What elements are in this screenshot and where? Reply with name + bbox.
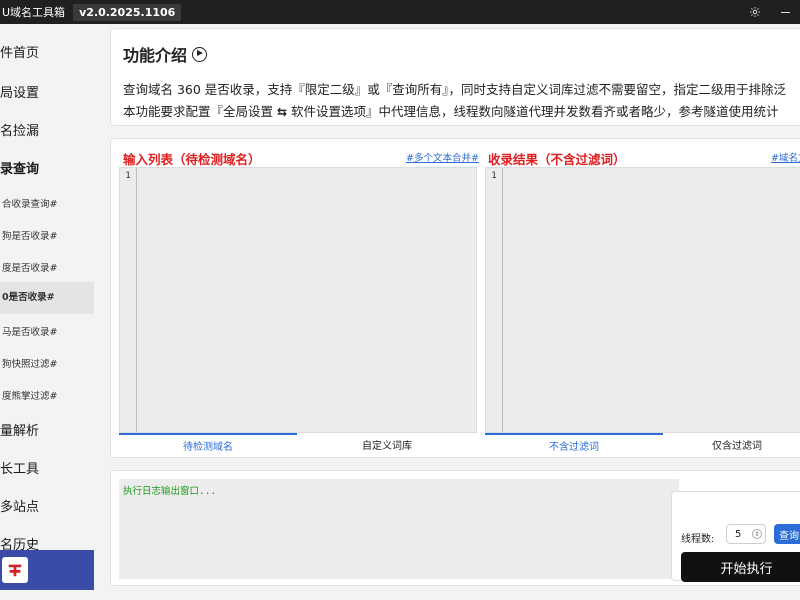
sidebar-item-home[interactable]: 件首页 [0,42,94,61]
log-placeholder: 执行日志输出窗口... [123,486,217,497]
line-number-gutter: 1 [120,168,137,432]
play-circle-icon[interactable] [192,46,208,62]
intro-description-line2: 本功能要求配置『全局设置 ⇆ 软件设置选项』中代理信息，线程数向隧道代理并发数看… [123,101,779,120]
threads-stepper[interactable]: 5 ⇕ [726,524,766,544]
tab-without-filter-words[interactable]: 不含过滤词 [485,433,663,455]
sidebar-item-domain-pickup[interactable]: 名捡漏 [0,120,94,139]
threads-value: 5 [735,528,742,540]
app-title: U域名工具箱 [2,6,66,19]
minimize-button[interactable] [770,0,800,24]
query-button[interactable]: 查询 [774,524,800,544]
tab-only-filter-words[interactable]: 仅含过滤词 [663,433,800,455]
intro-line2-before: 本功能要求配置『全局设置 [123,104,277,119]
input-tabs: 待检测域名 自定义词库 [119,433,477,455]
sidebar-item-combined-query[interactable]: 合收录查询# [0,196,94,210]
log-output: 执行日志输出窗口... [119,479,679,579]
window-controls [740,0,800,24]
intro-title: 功能介绍 [123,42,208,66]
result-tabs: 不含过滤词 仅含过滤词 [485,433,800,455]
sidebar-item-global-settings[interactable]: 局设置 [0,82,94,101]
gear-icon [750,7,760,17]
sidebar-item-index-query[interactable]: 录查询 [0,158,94,177]
app-logo-icon [2,557,28,583]
title-bar: U域名工具箱 v2.0.2025.1106 [0,0,800,24]
sidebar-item-multi-site[interactable]: 多站点 [0,496,94,515]
minimize-icon [780,11,790,13]
tab-custom-dictionary[interactable]: 自定义词库 [297,433,477,455]
sidebar-item-360-index[interactable]: 0是否收录# [0,282,94,314]
log-card: 执行日志输出窗口... 线程数: 5 ⇕ 查询 开始执行 [110,470,800,586]
intro-card: 功能介绍 查询域名 360 是否收录，支持『限定二级』或『查询所有』，同时支持自… [110,28,800,126]
sidebar: 件首页 局设置 名捡漏 录查询 合收录查询# 狗是否收录# 度是否收录# 0是否… [0,24,94,600]
domain-text-link[interactable]: #域名文 [771,150,800,164]
version-badge: v2.0.2025.1106 [73,3,182,21]
sidebar-item-sogou-snapshot[interactable]: 狗快照过滤# [0,356,94,370]
swap-arrows-icon: ⇆ [276,105,288,119]
execution-controls: 线程数: 5 ⇕ 查询 开始执行 [671,491,800,582]
intro-line2-after: 软件设置选项』中代理信息，线程数向隧道代理并发数看齐或者略少，参考隧道使用统计 [287,104,779,119]
intro-description-line1: 查询域名 360 是否收录，支持『限定二级』或『查询所有』，同时支持自定义词库过… [123,82,787,97]
sidebar-item-baidu-index[interactable]: 度是否收录# [0,260,94,274]
panels-card: 输入列表（待检测域名） #多个文本合并# 1 待检测域名 自定义词库 收录结果（… [110,138,800,458]
threads-label: 线程数: [681,534,715,545]
result-domain-editor[interactable]: 1 [485,167,800,433]
input-list-title: 输入列表（待检测域名） [123,152,261,167]
sidebar-item-bulk-resolve[interactable]: 量解析 [0,420,94,439]
tab-pending-domains[interactable]: 待检测域名 [119,433,297,455]
input-domain-editor[interactable]: 1 [119,167,477,433]
sidebar-footer [0,550,94,590]
line-number-gutter: 1 [486,168,503,432]
sidebar-item-tools[interactable]: 长工具 [0,458,94,477]
logo-mark-icon [8,564,22,577]
intro-title-text: 功能介绍 [123,46,188,65]
start-button[interactable]: 开始执行 [681,552,800,582]
sidebar-item-shenma-index[interactable]: 马是否收录# [0,324,94,338]
sidebar-item-sogou-index[interactable]: 狗是否收录# [0,228,94,242]
merge-text-link[interactable]: #多个文本合并# [406,150,479,164]
sidebar-item-baidu-xiongzhang[interactable]: 度熊掌过滤# [0,388,94,402]
settings-button[interactable] [740,0,770,24]
result-list-title: 收录结果（不含过滤词） [488,152,626,167]
stepper-icon[interactable]: ⇕ [752,529,762,539]
